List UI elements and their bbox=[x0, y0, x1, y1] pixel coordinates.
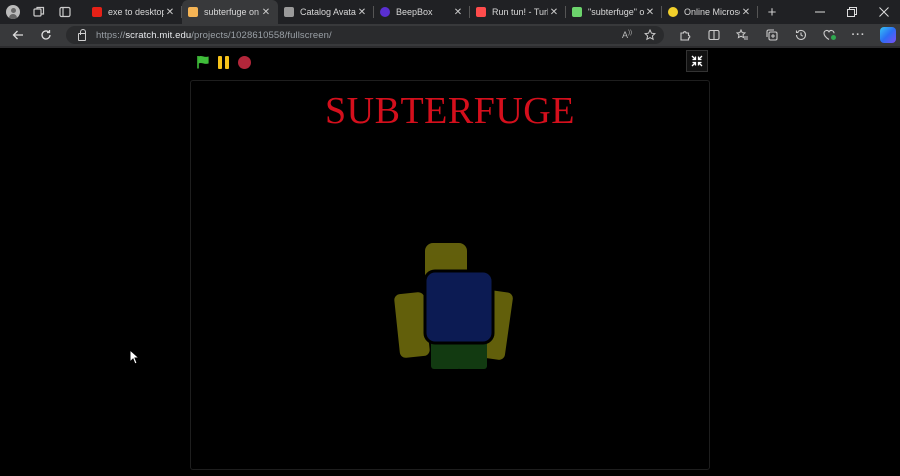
copilot-icon bbox=[879, 27, 896, 43]
roblox-icon bbox=[284, 7, 294, 17]
tab-title: exe to desktop bbox=[108, 7, 164, 17]
close-tab-icon[interactable]: ✕ bbox=[644, 7, 656, 18]
smiley-icon bbox=[668, 7, 678, 17]
address-bar[interactable]: https://scratch.mit.edu/projects/1028610… bbox=[66, 26, 664, 44]
browser-tab[interactable]: Run tun! - Turb ✕ bbox=[470, 0, 566, 24]
restore-icon bbox=[847, 7, 857, 17]
collections-button[interactable] bbox=[757, 24, 786, 46]
browser-tab[interactable]: exe to desktop ✕ bbox=[86, 0, 182, 24]
tab-list: exe to desktop✕subterfuge on S✕Catalog A… bbox=[86, 0, 758, 24]
copilot-button[interactable] bbox=[873, 24, 900, 46]
window-controls bbox=[804, 0, 900, 24]
pause-icon[interactable] bbox=[216, 55, 230, 69]
lightning-icon bbox=[572, 7, 582, 17]
history-button[interactable] bbox=[786, 24, 815, 46]
exit-fullscreen-button[interactable] bbox=[686, 50, 708, 72]
toolbar-divider bbox=[0, 46, 900, 48]
split-screen-button[interactable] bbox=[699, 24, 728, 46]
toolbar-actions: ··· bbox=[670, 24, 900, 46]
browser-toolbar: https://scratch.mit.edu/projects/1028610… bbox=[0, 24, 900, 46]
browser-tab[interactable]: Online Microsof✕ bbox=[662, 0, 758, 24]
turbowarp-icon bbox=[476, 7, 486, 17]
url-text[interactable]: https://scratch.mit.edu/projects/1028610… bbox=[96, 30, 332, 41]
profile-avatar-icon bbox=[6, 5, 20, 19]
youtube-icon bbox=[92, 7, 102, 17]
browser-tab[interactable]: Catalog Avatar I✕ bbox=[278, 0, 374, 24]
split-screen-icon bbox=[707, 29, 720, 41]
favorites-button[interactable] bbox=[728, 24, 757, 46]
tab-strip: exe to desktop✕subterfuge on S✕Catalog A… bbox=[0, 0, 900, 24]
collections-icon bbox=[765, 29, 778, 41]
profile-button[interactable] bbox=[0, 0, 26, 24]
green-flag-icon[interactable] bbox=[196, 55, 210, 69]
browser-tab[interactable]: "subterfuge" on ✕ bbox=[566, 0, 662, 24]
lock-icon[interactable] bbox=[78, 28, 86, 41]
tab-title: Run tun! - Turb bbox=[492, 7, 548, 17]
close-tab-icon[interactable]: ✕ bbox=[740, 7, 752, 18]
close-tab-icon[interactable]: ✕ bbox=[260, 7, 272, 18]
stop-icon[interactable] bbox=[238, 55, 251, 69]
browser-essentials-button[interactable] bbox=[815, 24, 844, 46]
player-controls bbox=[196, 55, 251, 69]
history-icon bbox=[795, 29, 806, 41]
noob-character-sprite bbox=[394, 243, 513, 369]
back-arrow-icon bbox=[12, 30, 23, 40]
workspaces-button[interactable] bbox=[26, 0, 52, 24]
close-window-button[interactable] bbox=[868, 0, 900, 24]
mouse-cursor-icon bbox=[129, 349, 141, 365]
tab-title: BeepBox bbox=[396, 7, 433, 17]
vertical-tabs-button[interactable] bbox=[52, 0, 78, 24]
new-tab-button[interactable]: + bbox=[762, 0, 782, 24]
tab-actions-icon bbox=[59, 6, 71, 18]
workspaces-icon bbox=[33, 6, 45, 17]
close-tab-icon[interactable]: ✕ bbox=[452, 7, 464, 18]
extensions-button[interactable] bbox=[670, 24, 699, 46]
tab-title: "subterfuge" on bbox=[588, 7, 644, 17]
restore-button[interactable] bbox=[836, 0, 868, 24]
close-icon bbox=[879, 7, 889, 17]
close-tab-icon[interactable]: ✕ bbox=[356, 7, 368, 18]
project-stage[interactable]: SUBTERFUGE bbox=[190, 80, 710, 470]
minimize-icon bbox=[815, 11, 825, 13]
read-aloud-icon[interactable]: A)) bbox=[622, 30, 632, 40]
browser-tab[interactable]: subterfuge on S✕ bbox=[182, 0, 278, 24]
settings-menu-button[interactable]: ··· bbox=[844, 24, 873, 46]
browser-tab[interactable]: BeepBox ✕ bbox=[374, 0, 470, 24]
refresh-button[interactable] bbox=[32, 24, 60, 46]
back-button[interactable] bbox=[4, 24, 32, 46]
minimize-button[interactable] bbox=[804, 0, 836, 24]
favorite-star-icon[interactable] bbox=[644, 29, 656, 41]
more-dots-icon: ··· bbox=[851, 29, 866, 41]
exit-fullscreen-icon bbox=[691, 55, 703, 67]
stage-title: SUBTERFUGE bbox=[325, 90, 575, 132]
scratch-icon bbox=[188, 7, 198, 17]
refresh-icon bbox=[41, 30, 51, 40]
heartbeat-icon bbox=[822, 29, 836, 40]
tab-title: subterfuge on S bbox=[204, 7, 260, 17]
beepbox-icon bbox=[380, 7, 390, 17]
close-tab-icon[interactable]: ✕ bbox=[548, 7, 560, 18]
close-tab-icon[interactable]: ✕ bbox=[164, 7, 176, 18]
tab-title: Catalog Avatar I bbox=[300, 7, 356, 17]
extensions-puzzle-icon bbox=[679, 31, 690, 41]
tab-title: Online Microsof bbox=[684, 7, 740, 17]
favorites-list-icon bbox=[736, 29, 748, 40]
